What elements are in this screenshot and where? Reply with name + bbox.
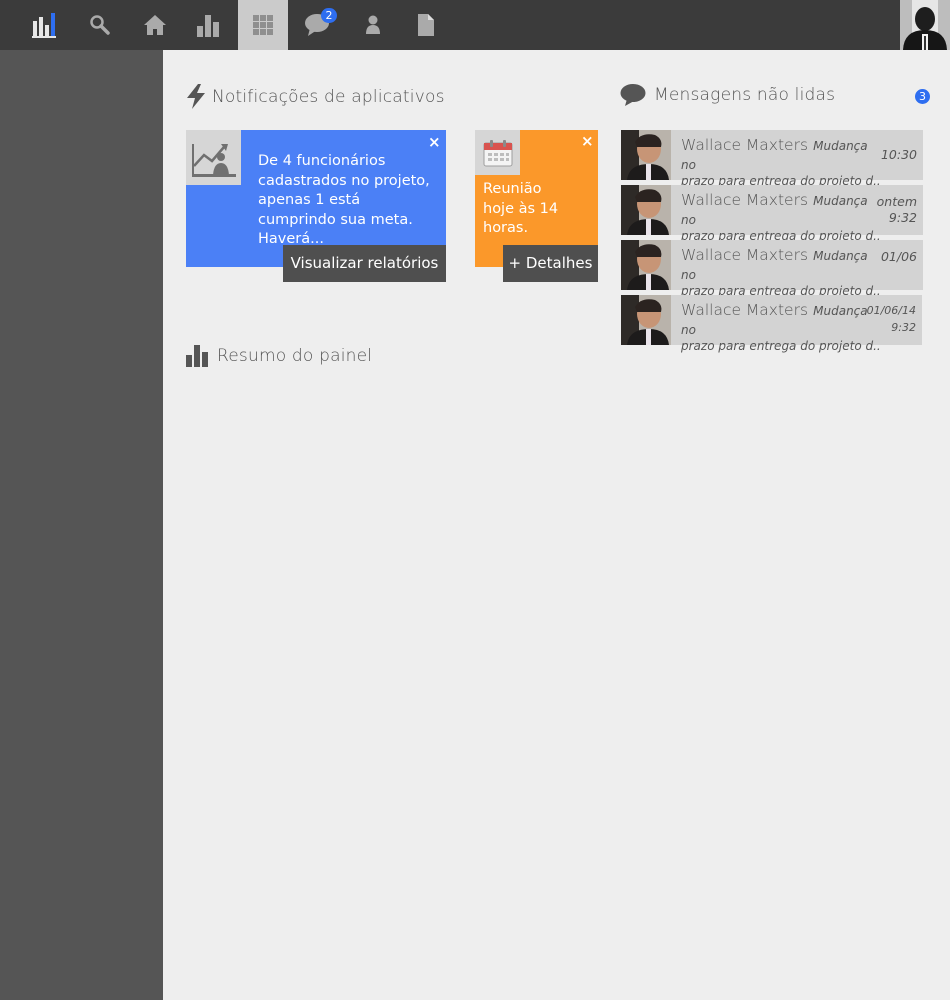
sender-name: Wallace Maxters	[681, 246, 809, 264]
message-item[interactable]: Wallace Maxters Mudança no prazo para en…	[621, 295, 922, 353]
close-notification-button[interactable]: ×	[581, 134, 594, 149]
message-time: 01/06/14 9:32	[866, 304, 916, 334]
chat-icon[interactable]: 2	[293, 0, 343, 50]
message-body: Wallace Maxters Mudança no prazo para en…	[681, 300, 881, 353]
message-time: 01/06	[880, 249, 917, 264]
logo-bars-icon[interactable]	[20, 0, 70, 50]
message-body: Wallace Maxters Mudança no prazo para en…	[681, 135, 881, 188]
message-time: 10:30	[880, 147, 917, 162]
document-icon[interactable]	[401, 0, 451, 50]
speech-bubble-icon	[620, 84, 646, 106]
unread-count-badge: 3	[915, 89, 930, 104]
sender-avatar	[621, 295, 671, 345]
notification-text: Reunião hoje às 14 horas.	[483, 181, 559, 236]
chart-person-icon	[186, 130, 241, 185]
chat-badge: 2	[321, 8, 337, 23]
details-button[interactable]: + Detalhes	[503, 245, 598, 282]
view-reports-button[interactable]: Visualizar relatórios	[283, 245, 446, 282]
messages-title: Mensagens não lidas	[654, 85, 836, 105]
close-notification-button[interactable]: ×	[428, 135, 441, 150]
bar-chart-icon[interactable]	[183, 0, 233, 50]
sender-avatar	[621, 240, 671, 290]
sidebar	[0, 50, 163, 1000]
calendar-icon	[475, 130, 520, 175]
message-item[interactable]: Wallace Maxters Mudança no prazo para en…	[621, 185, 923, 243]
grid-icon[interactable]	[238, 0, 288, 50]
message-preview: prazo para entrega do projeto d...	[681, 339, 881, 353]
summary-title: Resumo do painel	[217, 346, 373, 366]
sender-avatar	[621, 130, 671, 180]
sender-name: Wallace Maxters	[681, 136, 809, 154]
notifications-header: Notificações de aplicativos	[186, 84, 445, 109]
lightning-icon	[187, 84, 205, 109]
notifications-title: Notificações de aplicativos	[212, 86, 445, 107]
notification-text: De 4 funcionários cadastrados no projeto…	[258, 153, 430, 247]
messages-header: Mensagens não lidas	[620, 83, 835, 107]
summary-header: Resumo do painel	[186, 345, 372, 367]
message-item[interactable]: Wallace Maxters Mudança no prazo para en…	[621, 130, 923, 188]
message-body: Wallace Maxters Mudança no prazo para en…	[681, 190, 881, 243]
sender-avatar	[621, 185, 671, 235]
search-icon[interactable]	[75, 0, 125, 50]
message-item[interactable]: Wallace Maxters Mudança no prazo para en…	[621, 240, 923, 298]
home-icon[interactable]	[130, 0, 180, 50]
user-icon[interactable]	[348, 0, 398, 50]
user-avatar[interactable]	[900, 0, 950, 50]
sender-name: Wallace Maxters	[681, 191, 809, 209]
message-body: Wallace Maxters Mudança no prazo para en…	[681, 245, 881, 298]
top-navigation-bar: 2	[0, 0, 950, 50]
message-time: ontem 9:32	[876, 194, 917, 225]
sender-name: Wallace Maxters	[681, 301, 809, 319]
bar-chart-icon	[186, 345, 208, 367]
